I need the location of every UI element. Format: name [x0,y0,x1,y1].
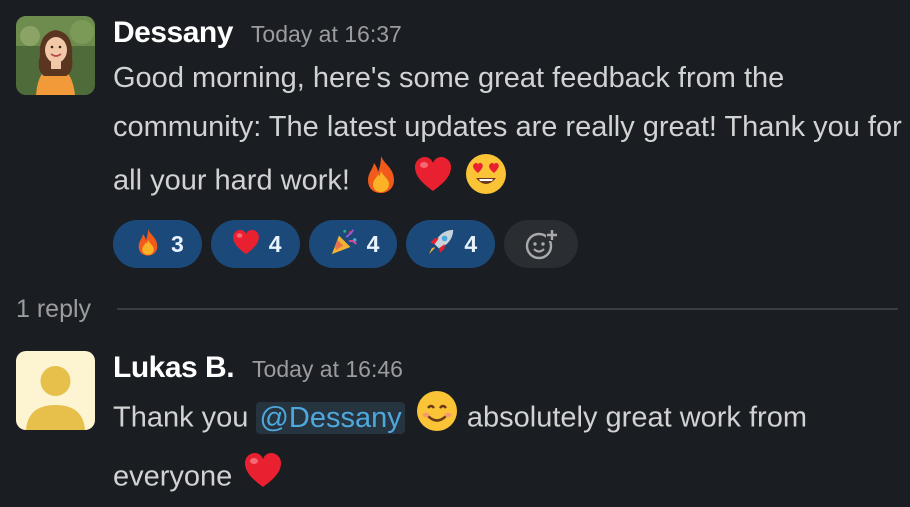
reply-count[interactable]: 1 reply [16,295,91,324]
message-header: Dessany Today at 16:37 [113,16,896,52]
default-user-icon [16,351,95,430]
party-popper-emoji [329,227,359,262]
message-body: Dessany Today at 16:37 Good morning, her… [113,16,902,268]
message-body: Lukas B. Today at 16:46 Thank you @Dessa… [113,351,896,507]
timestamp[interactable]: Today at 16:46 [252,356,403,383]
timestamp[interactable]: Today at 16:37 [251,21,402,48]
author-name[interactable]: Dessany [113,16,233,50]
heart-emoji [242,449,284,507]
rocket-emoji [426,227,456,262]
message-lukas: Lukas B. Today at 16:46 Thank you @Dessa… [16,351,896,493]
fire-emoji [133,227,163,262]
add-reaction-icon [525,229,559,260]
reaction-count: 4 [464,230,478,257]
message-text-before: Thank you [113,401,249,434]
heart-emoji [231,227,261,262]
reaction-count: 3 [171,230,184,257]
add-reaction-button[interactable] [504,220,579,268]
fire-emoji [360,153,402,211]
heart-emoji [412,153,454,211]
user-mention[interactable]: @Dessany [256,401,405,434]
reaction-rocket[interactable]: 4 [406,220,496,268]
message-dessany: Dessany Today at 16:37 Good morning, her… [16,16,902,276]
reaction-party-popper[interactable]: 4 [308,220,398,268]
reaction-heart[interactable]: 4 [210,220,300,268]
reaction-count: 4 [366,230,380,257]
reactions-bar: 3 4 4 4 [113,220,896,268]
avatar-dessany[interactable] [16,16,95,95]
smiling-emoji [415,389,459,449]
divider-line [117,308,898,310]
message-text: Thank you @Dessany absolutely great work… [113,389,903,507]
message-header: Lukas B. Today at 16:46 [113,351,896,387]
avatar-lukas[interactable] [16,351,95,430]
message-text: Good morning, here's some great feedback… [113,54,903,212]
thread-reply-divider: 1 reply [16,291,898,327]
reaction-fire[interactable]: 3 [113,220,202,268]
heart-eyes-emoji [464,152,508,212]
author-name[interactable]: Lukas B. [113,351,235,385]
reaction-count: 4 [268,230,282,257]
